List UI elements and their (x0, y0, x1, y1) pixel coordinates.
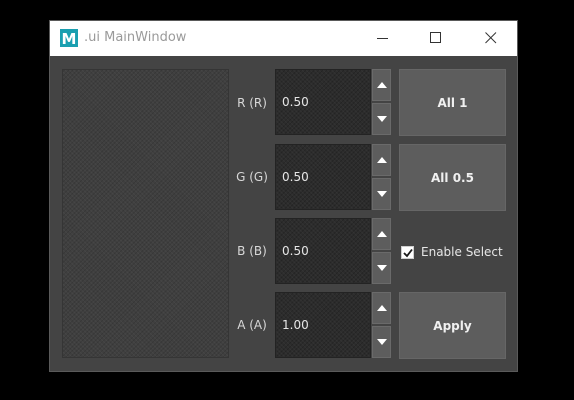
arrow-up-icon (377, 157, 387, 163)
spinbox-r-down-button[interactable] (372, 103, 391, 135)
close-icon (485, 32, 497, 44)
main-window: M .ui MainWindow R (R) 0.50 G (G) 0.50 B… (49, 20, 518, 372)
arrow-down-icon (377, 116, 387, 122)
spinbox-g-field[interactable]: 0.50 (275, 144, 371, 210)
label-b: B (B) (237, 244, 267, 258)
spinbox-b: 0.50 (275, 218, 392, 284)
spinbox-r-value: 0.50 (282, 95, 309, 109)
apply-button[interactable]: Apply (399, 292, 506, 359)
spinbox-a-up-button[interactable] (372, 292, 391, 324)
maximize-button[interactable] (413, 21, 459, 56)
spinbox-g-down-button[interactable] (372, 178, 391, 210)
minimize-button[interactable] (360, 21, 406, 56)
maya-app-icon: M (60, 29, 78, 47)
window-title: .ui MainWindow (84, 30, 187, 45)
all-half-button[interactable]: All 0.5 (399, 144, 506, 211)
color-preview-swatch (62, 69, 229, 358)
spinbox-g-value: 0.50 (282, 170, 309, 184)
spinbox-b-field[interactable]: 0.50 (275, 218, 371, 284)
label-a: A (A) (237, 318, 267, 332)
spinbox-a-field[interactable]: 1.00 (275, 292, 371, 358)
checkmark-icon (403, 248, 413, 257)
arrow-up-icon (377, 305, 387, 311)
spinbox-b-down-button[interactable] (372, 252, 391, 284)
title-bar[interactable]: M .ui MainWindow (50, 21, 517, 56)
spinbox-a-value: 1.00 (282, 318, 309, 332)
close-button[interactable] (468, 21, 514, 56)
minimize-icon (377, 38, 388, 39)
enable-select-label: Enable Select (421, 245, 503, 259)
spinbox-a-down-button[interactable] (372, 326, 391, 358)
arrow-up-icon (377, 82, 387, 88)
spinbox-g-up-button[interactable] (372, 144, 391, 176)
spinbox-r-field[interactable]: 0.50 (275, 69, 371, 135)
enable-select-checkbox-row[interactable]: Enable Select (401, 243, 503, 261)
maximize-icon (430, 32, 441, 43)
spinbox-g: 0.50 (275, 144, 392, 210)
svg-text:M: M (62, 30, 77, 47)
spinbox-b-up-button[interactable] (372, 218, 391, 250)
all-one-button[interactable]: All 1 (399, 69, 506, 136)
label-r: R (R) (237, 96, 267, 110)
arrow-up-icon (377, 231, 387, 237)
label-g: G (G) (236, 170, 268, 184)
spinbox-b-value: 0.50 (282, 244, 309, 258)
arrow-down-icon (377, 339, 387, 345)
spinbox-r-up-button[interactable] (372, 69, 391, 101)
enable-select-checkbox[interactable] (401, 245, 414, 259)
arrow-down-icon (377, 191, 387, 197)
spinbox-r: 0.50 (275, 69, 392, 135)
spinbox-a: 1.00 (275, 292, 392, 358)
arrow-down-icon (377, 265, 387, 271)
